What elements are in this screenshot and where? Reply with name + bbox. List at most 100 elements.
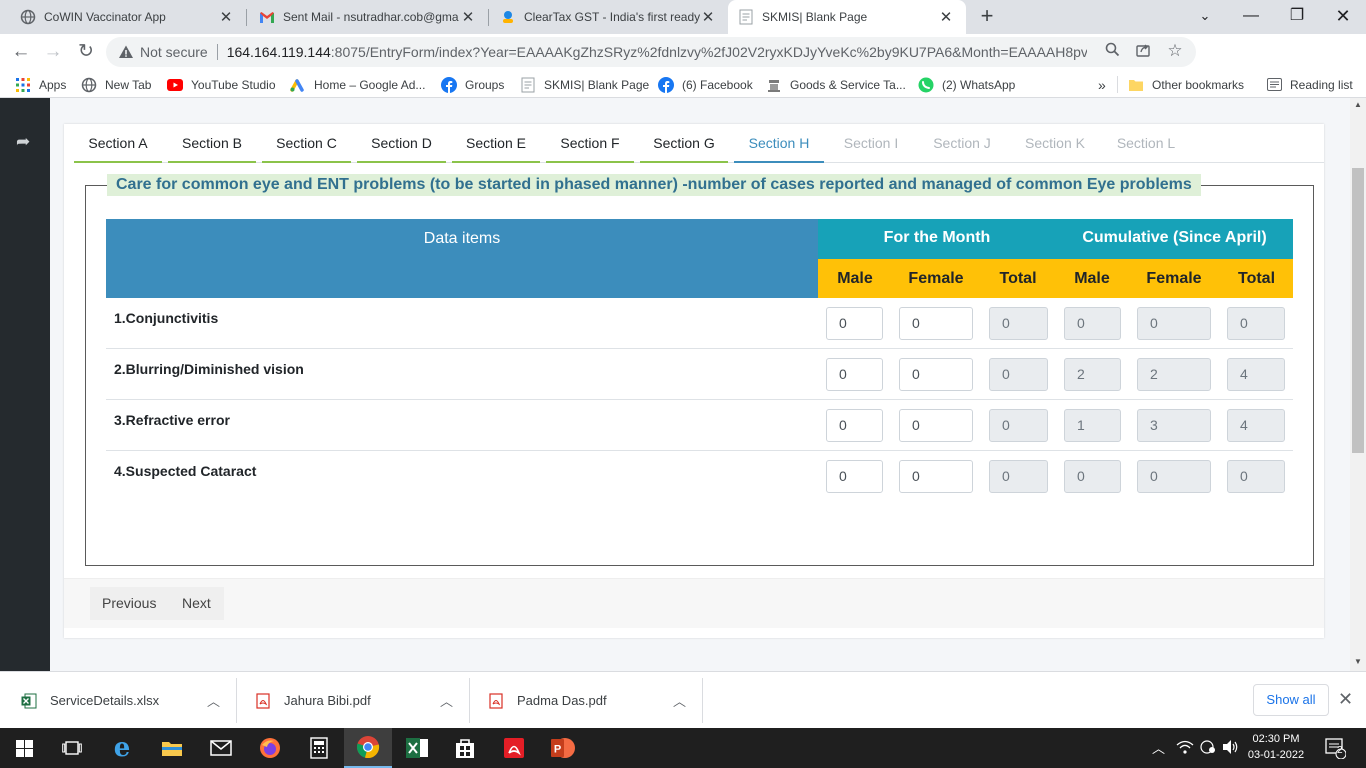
close-icon[interactable]: ✕ [218,8,234,26]
bookmark-whatsapp[interactable]: (2) WhatsApp [918,76,1015,93]
minimize-button[interactable]: — [1228,0,1274,34]
tab-section-j[interactable]: Section J [920,124,1004,163]
previous-button[interactable]: Previous [90,587,170,620]
share-arrow-icon[interactable]: ➦ [16,132,30,152]
chevron-up-icon[interactable]: ︿ [440,691,453,710]
chevron-up-icon[interactable]: ︿ [207,691,220,710]
download-item-jahura[interactable]: Jahura Bibi.pdf ︿ [254,680,453,721]
bookmarks-bar: Apps New Tab YouTube Studio Home – Googl… [0,70,1366,98]
url-text[interactable]: 164.164.119.144:8075/EntryForm/index?Yea… [227,44,1087,60]
share-icon[interactable] [1134,42,1152,60]
powerpoint-icon[interactable]: P [539,728,587,768]
bookmark-google-ads[interactable]: Home – Google Ad... [290,76,425,93]
speaker-icon[interactable] [1222,739,1240,758]
task-view-icon[interactable] [48,728,96,768]
bookmark-label: SKMIS| Blank Page [544,77,650,92]
downloads-bar: ServiceDetails.xlsx ︿ Jahura Bibi.pdf ︿ … [0,671,1366,728]
month-female-input[interactable]: 0 [899,307,973,340]
browser-tab-skmis[interactable]: SKMIS| Blank Page ✕ [728,0,966,34]
zoom-search-icon[interactable] [1103,42,1121,60]
tab-section-k[interactable]: Section K [1012,124,1098,163]
reading-list-button[interactable]: Reading list [1266,76,1353,93]
tab-section-b[interactable]: Section B [168,124,256,163]
tab-section-e[interactable]: Section E [452,124,540,163]
tab-section-g[interactable]: Section G [640,124,728,163]
reload-button[interactable]: ↻ [73,39,99,65]
next-button[interactable]: Next [170,587,224,620]
month-male-input[interactable]: 0 [826,358,883,391]
close-icon[interactable]: ✕ [938,8,954,26]
folder-icon [1128,77,1144,93]
download-item-xlsx[interactable]: ServiceDetails.xlsx ︿ [20,680,220,721]
firefox-icon[interactable] [246,728,294,768]
browser-tab-cowin[interactable]: CoWIN Vaccinator App ✕ [0,0,246,34]
bookmark-label: Home – Google Ad... [314,77,426,92]
bookmark-youtube-studio[interactable]: YouTube Studio [167,76,276,93]
row-label: 1.Conjunctivitis [114,310,219,326]
mail-icon[interactable] [197,728,245,768]
bookmark-facebook[interactable]: (6) Facebook [658,76,753,93]
other-bookmarks-folder[interactable]: Other bookmarks [1128,76,1244,93]
scroll-down-arrow-icon[interactable]: ▼ [1350,657,1366,666]
tab-search-button[interactable]: ⌄ [1182,0,1228,34]
bookmark-skmis[interactable]: SKMIS| Blank Page [520,76,649,93]
close-icon[interactable]: ✕ [460,8,476,26]
edge-icon[interactable]: e [98,728,146,768]
month-total-field: 0 [989,358,1048,391]
tab-section-c[interactable]: Section C [262,124,351,163]
restore-button[interactable]: ❐ [1274,0,1320,34]
excel-icon[interactable] [393,728,441,768]
browser-toolbar: ← → ↻ Not secure 164.164.119.144:8075/En… [0,34,1366,97]
page-scrollbar[interactable]: ▲ ▼ [1350,98,1366,671]
acrobat-icon[interactable] [490,728,538,768]
bookmark-new-tab[interactable]: New Tab [81,76,151,93]
store-icon[interactable] [441,728,489,768]
close-icon[interactable]: ✕ [1338,689,1353,710]
month-total-field: 0 [989,460,1048,493]
tab-section-a[interactable]: Section A [74,124,162,163]
notification-center-icon[interactable]: 2 [1324,737,1347,762]
facebook-icon [658,76,674,93]
download-item-padma[interactable]: Padma Das.pdf ︿ [487,680,686,721]
scroll-up-arrow-icon[interactable]: ▲ [1350,100,1366,109]
clock-date: 03-01-2022 [1247,749,1305,761]
show-hidden-icons-icon[interactable]: ︿ [1152,738,1165,757]
month-male-input[interactable]: 0 [826,307,883,340]
wifi-icon[interactable] [1176,739,1194,758]
tab-section-l[interactable]: Section L [1106,124,1186,163]
bookmark-gst[interactable]: Goods & Service Ta... [766,76,906,93]
back-button[interactable]: ← [8,39,34,65]
browser-tab-cleartax[interactable]: ClearTax GST - India's first ready- ✕ [488,0,728,34]
forward-button[interactable]: → [40,39,66,65]
cumulative-female-field: 0 [1137,307,1211,340]
browser-tab-gmail[interactable]: Sent Mail - nsutradhar.cob@gma ✕ [246,0,488,34]
month-male-input[interactable]: 0 [826,460,883,493]
month-female-input[interactable]: 0 [899,460,973,493]
start-button[interactable] [0,728,48,768]
page-icon [520,77,536,93]
month-female-input[interactable]: 0 [899,409,973,442]
network-status-icon[interactable] [1200,740,1216,757]
close-window-button[interactable]: ✕ [1320,0,1366,34]
scrollbar-thumb[interactable] [1352,168,1364,453]
bookmark-star-icon[interactable]: ☆ [1166,42,1184,60]
chevron-up-icon[interactable]: ︿ [673,691,686,710]
tab-section-i[interactable]: Section I [830,124,912,163]
new-tab-button[interactable]: + [976,5,998,27]
chrome-icon[interactable] [344,728,392,768]
warning-icon[interactable] [118,44,134,60]
month-male-input[interactable]: 0 [826,409,883,442]
calculator-icon[interactable] [295,728,343,768]
address-bar[interactable]: Not secure 164.164.119.144:8075/EntryFor… [106,37,1196,67]
tab-section-d[interactable]: Section D [357,124,446,163]
system-clock[interactable]: 02:30 PM 03-01-2022 [1242,731,1310,763]
bookmark-apps[interactable]: Apps [15,76,66,93]
tab-section-f[interactable]: Section F [546,124,634,163]
tab-section-h[interactable]: Section H [734,124,824,163]
close-icon[interactable]: ✕ [700,8,716,26]
file-explorer-icon[interactable] [148,728,196,768]
bookmark-groups[interactable]: Groups [441,76,504,93]
month-female-input[interactable]: 0 [899,358,973,391]
show-all-downloads-button[interactable]: Show all [1253,684,1329,716]
bookmarks-overflow-button[interactable]: » [1098,76,1106,93]
